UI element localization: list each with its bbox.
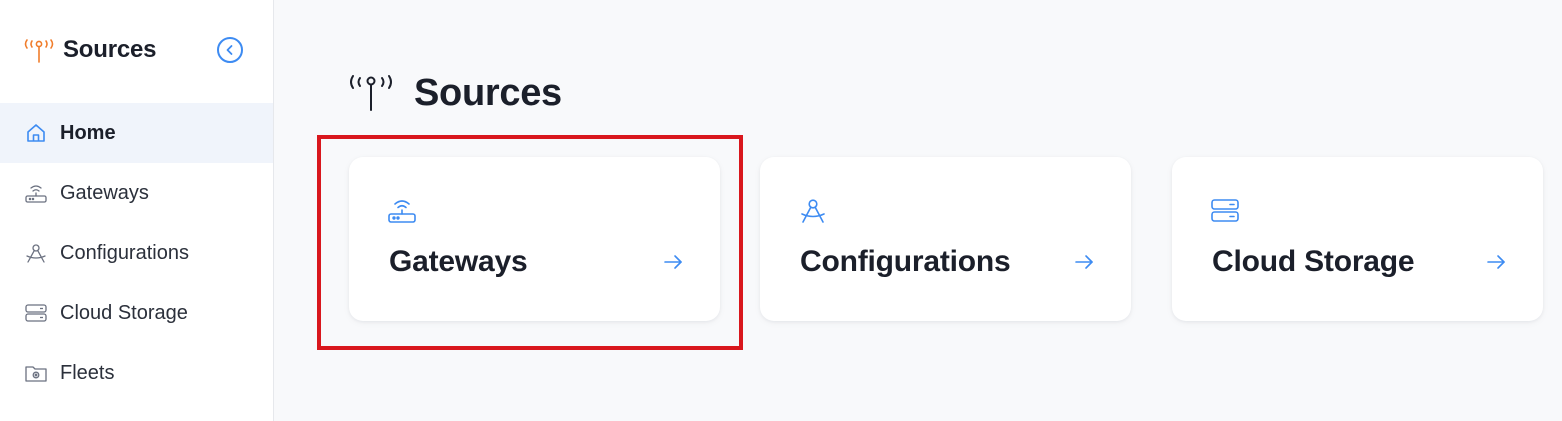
sidebar-title: Sources (63, 36, 157, 63)
sidebar-item-label: Configurations (60, 241, 189, 264)
sidebar-item-gateways[interactable]: Gateways (0, 163, 273, 223)
card-title: Cloud Storage (1212, 245, 1415, 278)
card-title: Configurations (800, 245, 1011, 278)
sidebar-item-cloud-storage[interactable]: Cloud Storage (0, 283, 273, 343)
arrow-right-icon (1075, 255, 1093, 269)
antenna-icon (350, 75, 392, 111)
app-window: Sources Home Gateways Configurations Clo… (0, 0, 1562, 421)
sidebar-item-home[interactable]: Home (0, 103, 273, 163)
gateways-card[interactable]: Gateways (349, 157, 720, 321)
chevron-left-icon (226, 45, 233, 55)
server-icon (1211, 199, 1239, 222)
server-icon (24, 301, 48, 325)
router-icon (24, 181, 48, 205)
configurations-card[interactable]: Configurations (760, 157, 1131, 321)
sidebar: Sources Home Gateways Configurations Clo… (0, 0, 274, 421)
main-content: Sources Gateways Configurations Cloud St… (274, 0, 1562, 421)
folder-gear-icon (24, 361, 48, 385)
collapse-sidebar-button[interactable] (217, 37, 243, 63)
antenna-icon (24, 39, 54, 63)
home-icon (24, 121, 48, 145)
arrow-right-icon (1487, 255, 1505, 269)
card-title: Gateways (389, 245, 528, 278)
cloud-storage-card[interactable]: Cloud Storage (1172, 157, 1543, 321)
sidebar-header: Sources (0, 0, 273, 102)
compass-icon (24, 241, 48, 265)
sidebar-item-fleets[interactable]: Fleets (0, 343, 273, 403)
sidebar-item-configurations[interactable]: Configurations (0, 223, 273, 283)
sidebar-item-label: Fleets (60, 361, 115, 384)
router-icon (388, 200, 416, 223)
sidebar-item-label: Gateways (60, 181, 149, 204)
sidebar-item-label: Home (60, 121, 116, 144)
sidebar-nav: Home Gateways Configurations Cloud Stora… (0, 103, 273, 403)
page-title: Sources (414, 72, 562, 114)
arrow-right-icon (664, 255, 682, 269)
sidebar-item-label: Cloud Storage (60, 301, 188, 324)
compass-icon (801, 199, 825, 223)
